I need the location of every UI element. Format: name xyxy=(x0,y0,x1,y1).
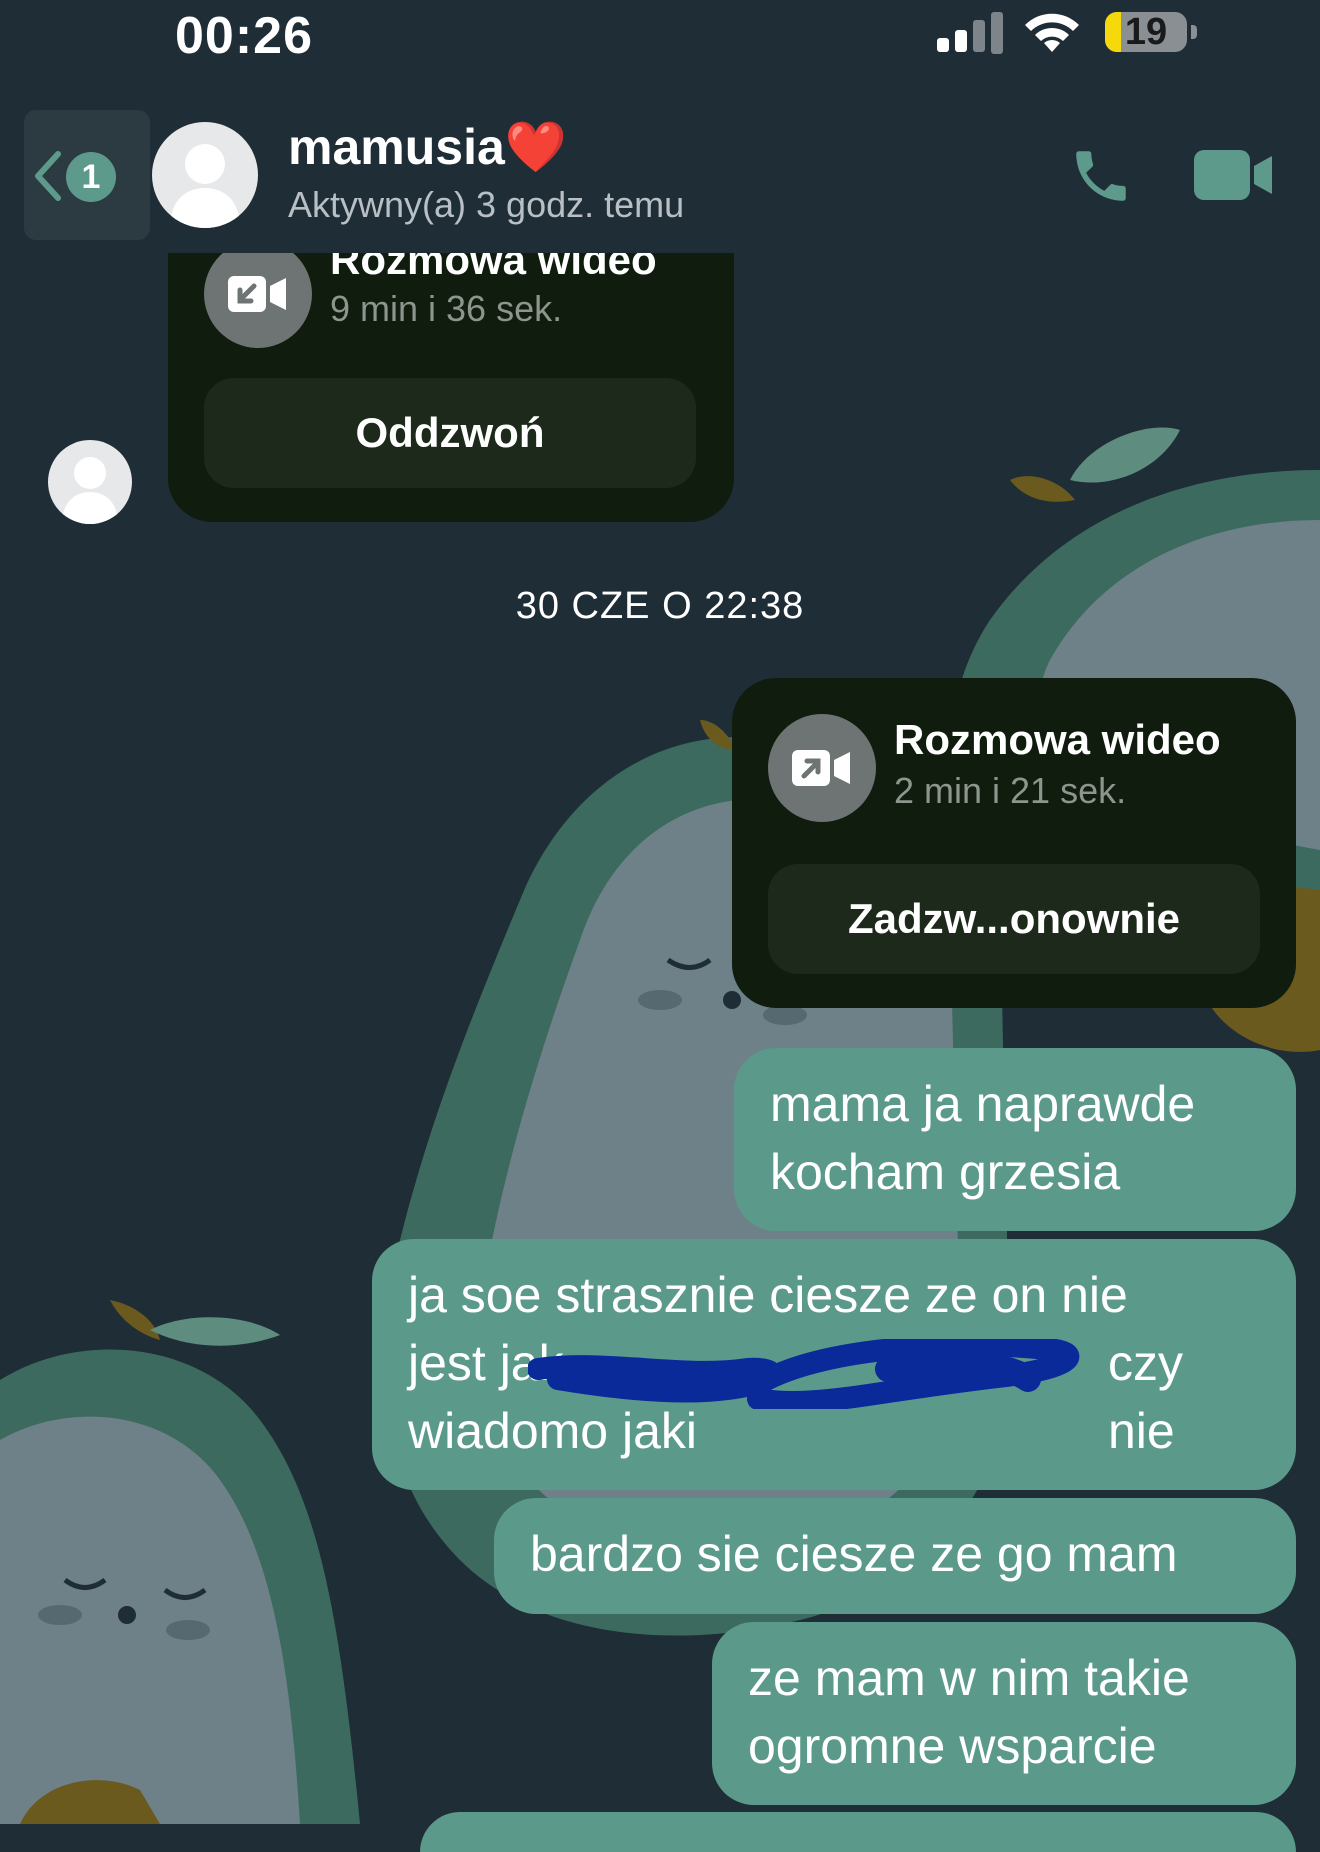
back-nav-button[interactable]: 1 xyxy=(24,110,150,240)
message-line: kocham grzesia xyxy=(770,1144,1121,1200)
call-duration-2: 2 min i 21 sek. xyxy=(894,770,1127,811)
status-time-top: 00:26 xyxy=(175,7,313,65)
audio-call-icon[interactable] xyxy=(1068,142,1134,210)
message-text-fragment: czy nie xyxy=(1108,1335,1183,1459)
conversation-timestamp: 30 CZE O 22:38 xyxy=(515,585,805,627)
header-last-active: Aktywny(a) 3 godz. temu xyxy=(288,184,685,225)
message-line-redacted: jest jak czy nie xyxy=(408,1329,1260,1459)
header-name-text: mamusia xyxy=(288,119,505,175)
incoming-video-icon-circle xyxy=(204,240,312,348)
unread-count-badge: 1 xyxy=(66,152,116,202)
battery-percent-top: 19 xyxy=(1124,12,1168,52)
outgoing-video-icon-circle xyxy=(768,714,876,822)
video-outgoing-icon xyxy=(792,750,850,786)
message-bubble[interactable]: ze mam w nim takie ogromne wsparcie xyxy=(712,1622,1296,1805)
header-heart-emoji: ❤️ xyxy=(504,119,568,175)
call-title-2: Rozmowa wideo xyxy=(894,716,1221,763)
message-line: mama ja naprawde xyxy=(770,1076,1196,1132)
call-duration: 9 min i 36 sek. xyxy=(330,288,563,329)
call-back-button[interactable]: Oddzwoń xyxy=(204,378,696,488)
message-bubble-partial[interactable] xyxy=(420,1812,1296,1852)
header-avatar[interactable] xyxy=(152,122,258,228)
message-line: ze mam w nim takie xyxy=(748,1650,1190,1706)
profile-placeholder-icon xyxy=(170,144,240,228)
sender-avatar[interactable] xyxy=(48,440,132,524)
video-incoming-icon xyxy=(228,276,286,312)
message-bubble[interactable]: ja soe strasznie ciesze ze on nie jest j… xyxy=(372,1239,1296,1490)
battery-tip-top xyxy=(1191,25,1197,39)
outgoing-video-call-bubble: Rozmowa wideo 2 min i 21 sek. Zadzw...on… xyxy=(732,678,1296,1008)
back-chevron-icon xyxy=(35,151,61,201)
call-again-button[interactable]: Zadzw...onownie xyxy=(768,864,1260,974)
signal-bars-icon xyxy=(937,12,1003,54)
wifi-signal-icon xyxy=(1025,13,1079,52)
message-line: bardzo sie ciesze ze go mam xyxy=(530,1526,1178,1582)
video-camera-icon[interactable] xyxy=(1192,148,1274,202)
sender-person-icon xyxy=(62,457,118,524)
message-bubble[interactable]: bardzo sie ciesze ze go mam xyxy=(494,1498,1296,1614)
message-line: ogromne wsparcie xyxy=(748,1718,1157,1774)
redaction-scribble xyxy=(528,1339,1080,1409)
message-bubble[interactable]: mama ja naprawde kocham grzesia xyxy=(734,1048,1296,1231)
battery-indicator-top: 19 xyxy=(1105,12,1187,52)
message-line: ja soe strasznie ciesze ze on nie xyxy=(408,1267,1128,1323)
header-contact-name[interactable]: mamusia❤️ xyxy=(288,118,567,177)
